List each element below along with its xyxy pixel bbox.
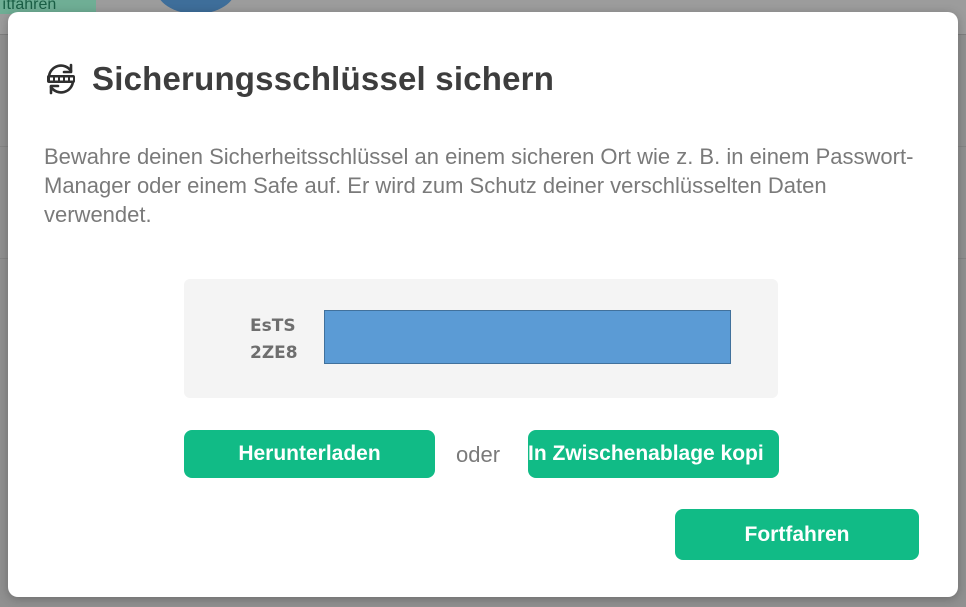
recovery-key-line-2: 2ZE8 — [250, 343, 298, 363]
dialog-header: Sicherungsschlüssel sichern — [44, 60, 554, 98]
recovery-key-box: EsTS 2ZE8 — [184, 279, 778, 398]
continue-button[interactable]: Fortfahren — [675, 509, 919, 560]
dialog-title: Sicherungsschlüssel sichern — [92, 60, 555, 97]
recovery-key-line-1: EsTS — [250, 316, 296, 336]
download-button[interactable]: Herunterladen — [184, 430, 435, 478]
redacted-key-block — [324, 310, 731, 364]
copy-button-label: In Zwischenablage kopi — [528, 442, 764, 465]
copy-to-clipboard-button[interactable]: In Zwischenablage kopi — [528, 430, 779, 478]
dialog-description: Bewahre deinen Sicherheitsschlüssel an e… — [44, 144, 914, 227]
backup-key-dialog: Sicherungsschlüssel sichern Bewahre dein… — [8, 12, 958, 597]
or-separator: oder — [456, 442, 501, 467]
key-sync-icon — [47, 63, 75, 95]
recovery-key-text: EsTS 2ZE8 — [250, 313, 298, 367]
